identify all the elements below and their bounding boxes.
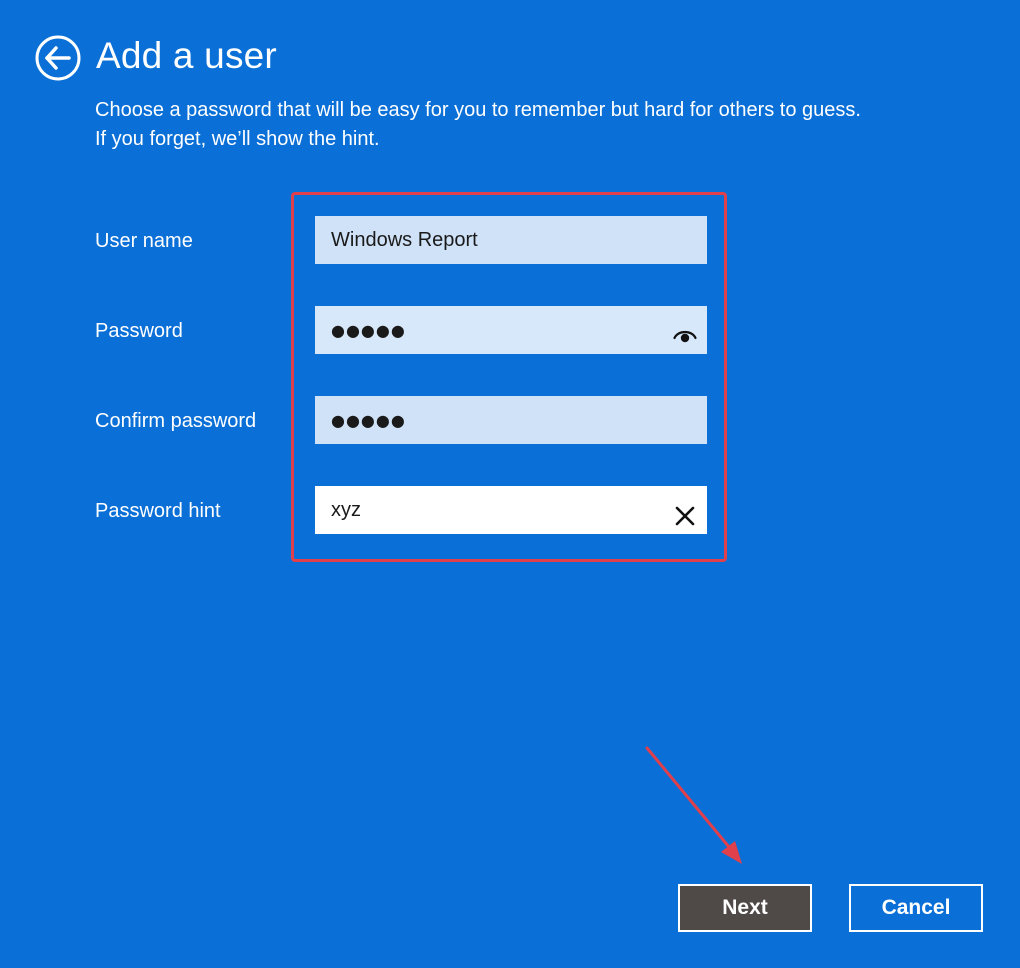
page-title: Add a user (96, 35, 277, 76)
password-field[interactable]: ●●●●● (315, 306, 707, 354)
confirm-password-field[interactable]: ●●●●● (315, 396, 707, 444)
username-label: User name (95, 230, 193, 252)
password-hint-value: xyz (331, 499, 361, 521)
password-hint-field[interactable]: xyz (315, 486, 707, 534)
username-value: Windows Report (331, 229, 478, 251)
next-button[interactable]: Next (678, 884, 812, 932)
password-value: ●●●●● (331, 321, 406, 340)
reveal-password-button[interactable] (673, 318, 697, 343)
description-line-1: Choose a password that will be easy for … (95, 99, 861, 121)
username-field[interactable]: Windows Report (315, 216, 707, 264)
password-hint-label: Password hint (95, 500, 221, 522)
back-button[interactable] (35, 35, 81, 81)
confirm-password-value: ●●●●● (331, 411, 406, 430)
page-description: Choose a password that will be easy for … (95, 96, 975, 154)
cancel-button[interactable]: Cancel (849, 884, 983, 932)
back-arrow-icon (35, 35, 81, 81)
confirm-password-label: Confirm password (95, 410, 257, 432)
description-line-2: If you forget, we’ll show the hint. (95, 128, 380, 150)
eye-icon (673, 330, 697, 343)
password-label: Password (95, 320, 183, 342)
close-icon (675, 506, 695, 526)
clear-hint-button[interactable] (673, 498, 697, 526)
